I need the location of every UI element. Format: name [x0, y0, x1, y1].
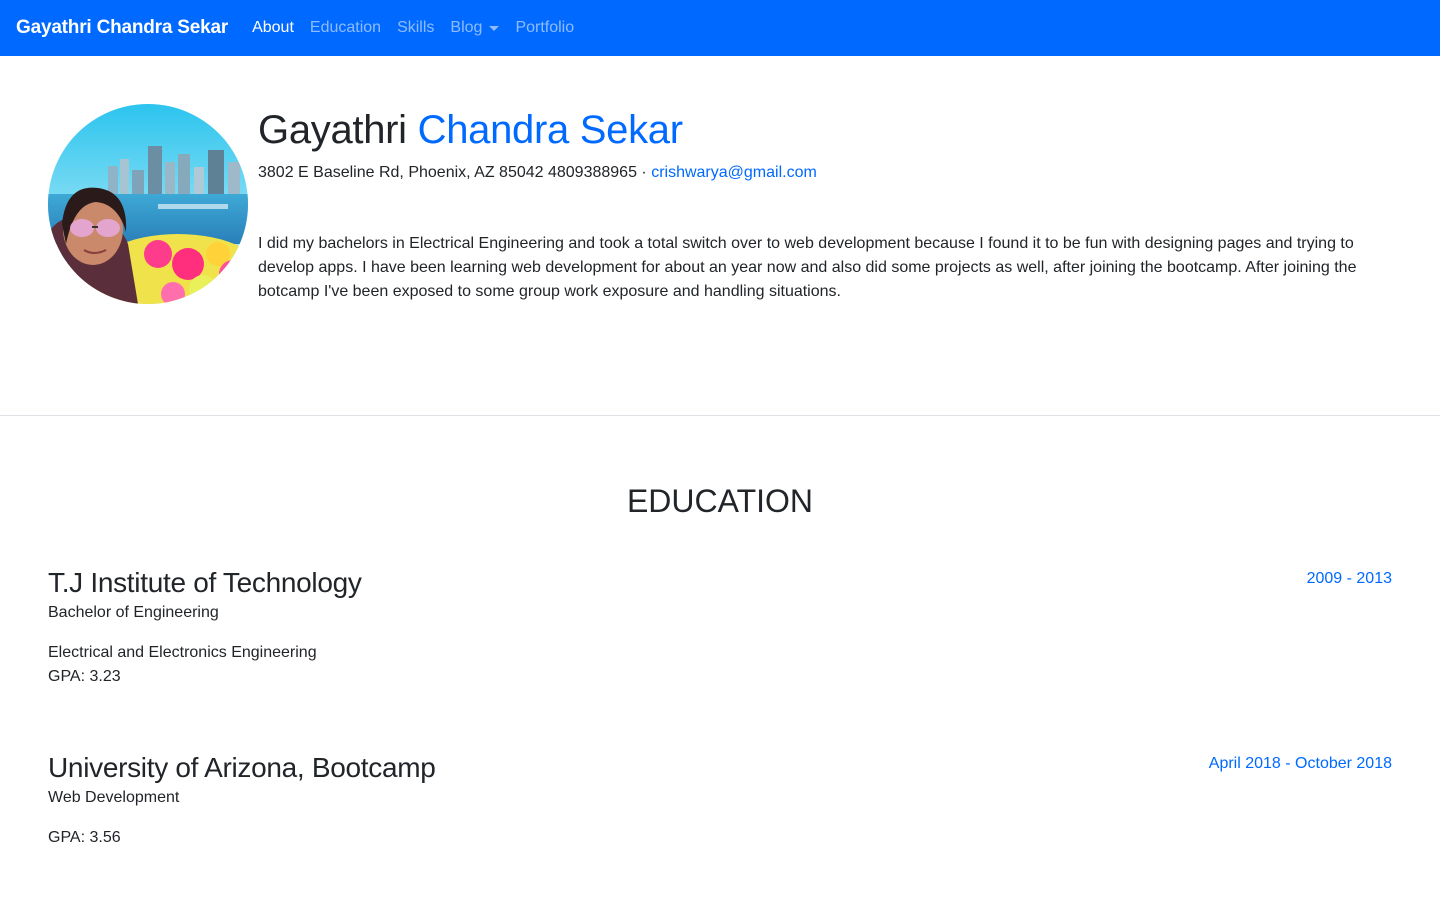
bio-text: I did my bachelors in Electrical Enginee… [258, 235, 1357, 300]
education-title: EDUCATION [626, 483, 814, 519]
email-link[interactable]: crishwarya@gmail.com [651, 164, 817, 181]
nav-item-education[interactable]: Education [310, 19, 381, 37]
section-divider [0, 415, 1440, 416]
education-degree: Web Development [48, 789, 180, 806]
education-dates: 2009 - 2013 [1306, 570, 1392, 587]
navbar: Gayathri Chandra Sekar About Education S… [0, 0, 1440, 56]
nav-item-about[interactable]: About [252, 19, 294, 37]
last-name: Chandra Sekar [417, 108, 683, 152]
education-dates: April 2018 - October 2018 [1208, 755, 1392, 772]
education-school: University of Arizona, Bootcamp [48, 752, 436, 783]
education-gpa: GPA: 3.23 [48, 668, 121, 685]
profile-name: Gayathri Chandra Sekar [258, 106, 683, 154]
education-gpa: GPA: 3.56 [48, 829, 121, 846]
nav-item-portfolio[interactable]: Portfolio [515, 19, 574, 37]
chevron-down-icon [489, 25, 500, 31]
profile-photo [48, 104, 248, 304]
education-degree: Bachelor of Engineering [48, 604, 219, 621]
first-name: Gayathri [258, 108, 407, 152]
profile-photo-image [48, 104, 248, 304]
contact-line: 3802 E Baseline Rd, Phoenix, AZ 85042 48… [258, 161, 817, 185]
nav-item-skills[interactable]: Skills [397, 19, 434, 37]
education-school: T.J Institute of Technology [48, 567, 362, 598]
nav-item-blog[interactable]: Blog [450, 19, 500, 37]
nav-item-blog-label: Blog [450, 19, 483, 36]
education-field: Electrical and Electronics Engineering [48, 644, 317, 661]
education-entry: T.J Institute of Technology Bachelor of … [48, 566, 1392, 689]
education-entry: University of Arizona, Bootcamp Web Deve… [48, 751, 1392, 850]
brand-link[interactable]: Gayathri Chandra Sekar [16, 17, 228, 39]
address-phone: 3802 E Baseline Rd, Phoenix, AZ 85042 48… [258, 164, 647, 181]
